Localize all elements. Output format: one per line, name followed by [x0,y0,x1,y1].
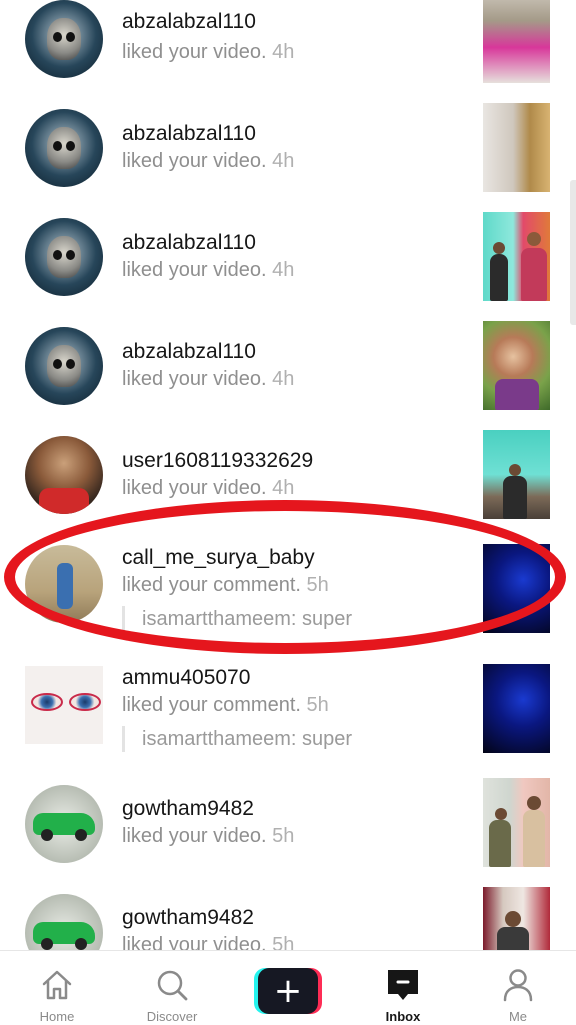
avatar[interactable] [25,218,103,296]
username[interactable]: abzalabzal110 [122,122,256,146]
video-thumbnail[interactable] [483,887,550,950]
tab-inbox[interactable]: Inbox [348,951,458,1025]
timestamp: 4h [272,477,295,499]
username[interactable]: abzalabzal110 [122,231,256,255]
activity-text: liked your video. 4h [122,150,295,172]
timestamp: 4h [272,259,295,281]
comment-quote: isamartthameem: super [122,606,352,632]
timestamp: 5h [272,825,295,847]
activity-text: liked your comment. 5h [122,574,329,596]
inbox-icon [388,970,418,1000]
profile-icon [503,969,533,1002]
tab-home[interactable]: Home [2,951,112,1025]
timestamp: 4h [272,368,295,390]
tab-discover[interactable]: Discover [117,951,227,1025]
video-thumbnail[interactable] [483,778,550,867]
avatar[interactable] [25,109,103,187]
plus-icon: + [273,971,303,1011]
avatar[interactable] [25,436,103,514]
video-thumbnail[interactable] [483,212,550,301]
timestamp: 5h [272,934,295,950]
video-thumbnail[interactable] [483,321,550,410]
tab-label: Discover [146,1009,198,1024]
avatar[interactable] [25,545,103,623]
avatar[interactable] [25,785,103,863]
video-thumbnail[interactable] [483,664,550,753]
avatar[interactable] [25,0,103,78]
tab-label: Inbox [385,1009,421,1024]
username[interactable]: gowtham9482 [122,797,254,821]
username[interactable]: abzalabzal110 [122,10,256,34]
username[interactable]: user1608119332629 [122,449,313,473]
activity-text: liked your video. 4h [122,368,295,390]
username[interactable]: call_me_surya_baby [122,546,315,570]
notification-list[interactable]: abzalabzal110 liked your video. 4h abzal… [0,0,576,950]
timestamp: 4h [272,41,295,63]
tab-label: Me [508,1009,528,1024]
scroll-handle[interactable] [570,180,576,325]
avatar[interactable] [25,327,103,405]
activity-text: liked your video. 4h [122,259,295,281]
avatar[interactable] [25,666,103,744]
username[interactable]: abzalabzal110 [122,340,256,364]
avatar[interactable] [25,894,103,950]
create-video-button[interactable]: + [254,968,322,1014]
activity-text: liked your video. 4h [122,477,295,499]
timestamp: 5h [306,694,329,716]
username[interactable]: ammu405070 [122,666,250,690]
search-icon [157,970,188,1001]
activity-text: liked your comment. 5h [122,694,329,716]
video-thumbnail[interactable] [483,544,550,633]
activity-text: liked your video. 4h [122,41,295,63]
tab-label: Home [39,1009,75,1024]
username[interactable]: gowtham9482 [122,906,254,930]
comment-quote: isamartthameem: super [122,726,352,752]
timestamp: 4h [272,150,295,172]
tab-me[interactable]: Me [463,951,573,1025]
video-thumbnail[interactable] [483,103,550,192]
home-icon [42,970,72,1000]
activity-text: liked your video. 5h [122,825,295,847]
activity-text: liked your video. 5h [122,934,294,950]
timestamp: 5h [306,574,329,596]
video-thumbnail[interactable] [483,0,550,83]
video-thumbnail[interactable] [483,430,550,519]
